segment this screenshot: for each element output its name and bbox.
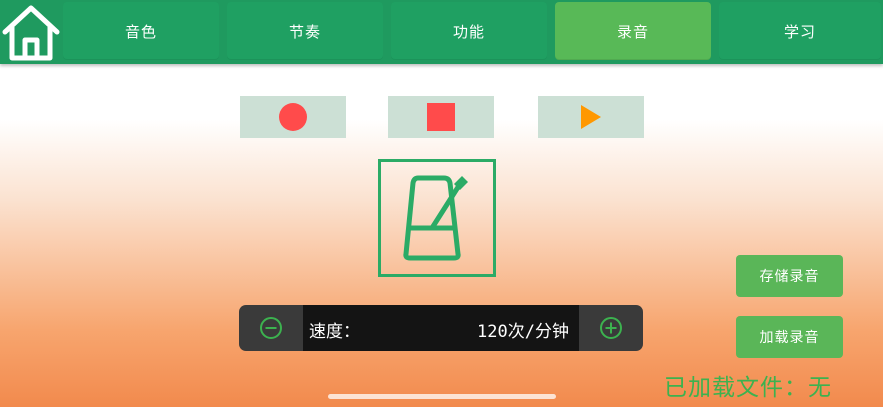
save-recording-button[interactable]: 存储录音 bbox=[736, 255, 843, 297]
home-button[interactable] bbox=[0, 0, 62, 64]
plus-circle-icon bbox=[600, 317, 622, 339]
tab-function[interactable]: 功能 bbox=[391, 2, 547, 60]
metronome-button[interactable] bbox=[378, 159, 496, 277]
speed-label: 速度： bbox=[309, 322, 360, 342]
tab-rhythm[interactable]: 节奏 bbox=[227, 2, 383, 60]
increase-speed-button[interactable] bbox=[582, 305, 640, 351]
play-icon bbox=[581, 105, 601, 129]
speed-display: 速度： 120次/分钟 bbox=[303, 305, 579, 351]
decrease-speed-button[interactable] bbox=[242, 305, 300, 351]
speed-value: 120次/分钟 bbox=[477, 322, 569, 342]
play-button[interactable] bbox=[538, 96, 644, 138]
record-icon bbox=[279, 103, 307, 131]
tab-learning[interactable]: 学习 bbox=[719, 2, 881, 60]
home-icon bbox=[2, 5, 60, 61]
load-recording-button[interactable]: 加载录音 bbox=[736, 316, 843, 358]
metronome-icon bbox=[403, 175, 468, 261]
top-nav-bar: 音色 节奏 功能 录音 学习 bbox=[0, 0, 883, 64]
speed-control: 速度： 120次/分钟 bbox=[239, 305, 643, 351]
minus-circle-icon bbox=[260, 317, 282, 339]
stop-button[interactable] bbox=[388, 96, 494, 138]
loaded-file-status: 已加载文件：无 bbox=[664, 375, 832, 401]
record-button[interactable] bbox=[240, 96, 346, 138]
tab-recording[interactable]: 录音 bbox=[555, 2, 711, 60]
stop-icon bbox=[427, 103, 455, 131]
tab-timbre[interactable]: 音色 bbox=[63, 2, 219, 60]
home-indicator[interactable] bbox=[328, 394, 556, 399]
